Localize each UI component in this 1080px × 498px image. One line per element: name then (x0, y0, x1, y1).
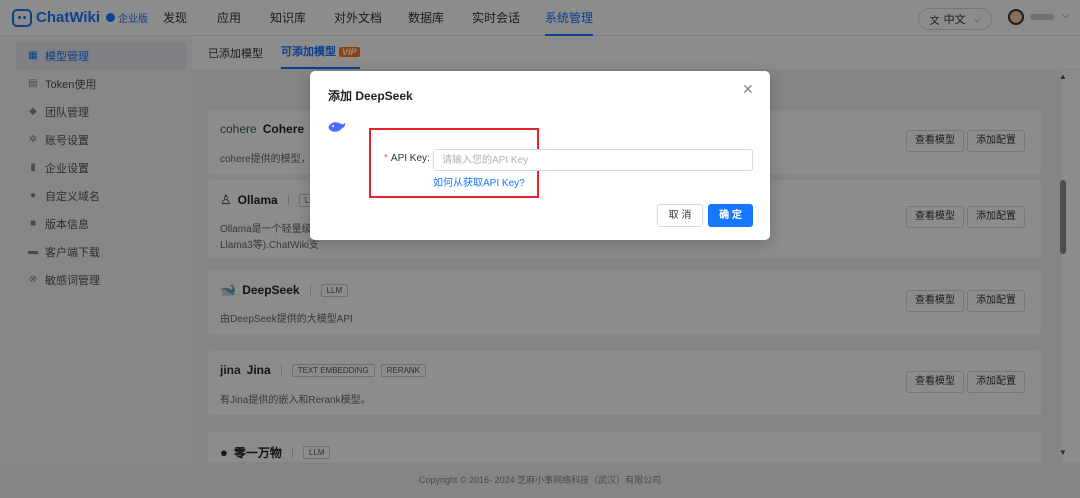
cancel-button[interactable]: 取 消 (657, 204, 703, 227)
api-key-label: * API Key: (384, 153, 430, 164)
deepseek-whale-icon (328, 122, 346, 132)
add-deepseek-dialog: 添加 DeepSeek ✕ *API Key: 如何从获取API Key? 取 … (310, 71, 770, 240)
how-to-get-api-key-link[interactable]: 如何从获取API Key? (433, 174, 525, 189)
required-asterisk: * (384, 153, 388, 164)
confirm-button[interactable]: 确 定 (708, 204, 753, 227)
api-key-input[interactable] (433, 149, 753, 171)
dialog-title: 添加 DeepSeek (328, 89, 413, 103)
close-icon[interactable]: ✕ (742, 81, 754, 98)
api-key-label-text: API Key: (390, 153, 430, 164)
